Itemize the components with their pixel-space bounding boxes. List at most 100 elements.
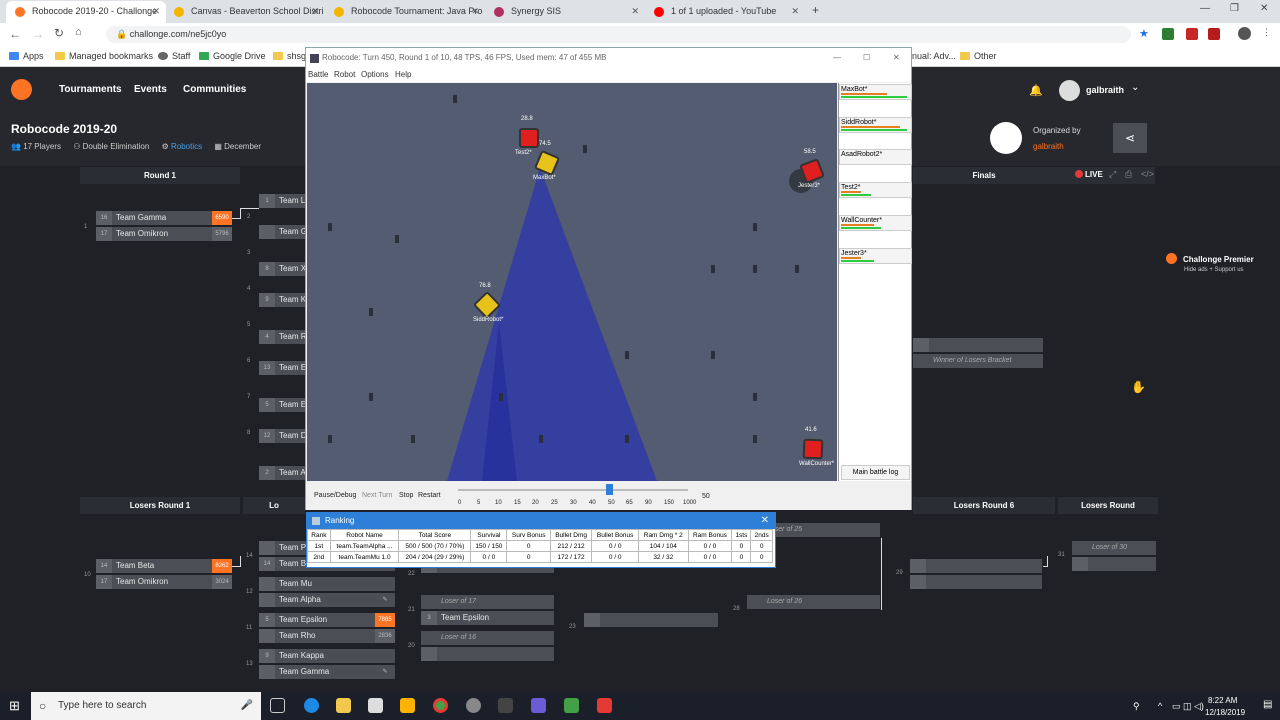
team-row[interactable]: 17 Team Omikron 3024	[96, 575, 232, 589]
chrome-menu-icon[interactable]: ⋮	[1262, 27, 1271, 38]
file-explorer-icon[interactable]	[336, 698, 351, 713]
menu-help[interactable]: Help	[395, 68, 411, 82]
app-icon[interactable]	[564, 698, 579, 713]
team-row[interactable]: 5 Team Ep	[259, 398, 305, 412]
robot-button[interactable]: Jester3*	[839, 247, 912, 264]
minimize-button[interactable]: —	[833, 48, 841, 68]
team-row[interactable]: 4 Team Rh	[259, 330, 305, 344]
match-card[interactable]: Loser of 16	[421, 631, 557, 661]
edit-icon[interactable]: ✎	[375, 665, 395, 679]
edge-icon[interactable]	[304, 698, 319, 713]
match-card[interactable]: 14 Team Beta 8262 17 Team Omikron 3024	[96, 559, 232, 589]
team-row[interactable]: Team Gamma ✎	[259, 665, 395, 679]
notifications-icon[interactable]: ▤	[1263, 699, 1272, 710]
browser-tab[interactable]: Robocode Tournament: Java Pro ✕	[325, 1, 485, 23]
new-tab-button[interactable]: +	[812, 3, 819, 17]
chrome-icon[interactable]	[433, 698, 448, 713]
robot-tank[interactable]	[802, 438, 824, 460]
profile-avatar[interactable]	[1238, 27, 1251, 40]
menu-battle[interactable]: Battle	[308, 68, 328, 82]
robot-tank[interactable]	[519, 128, 539, 148]
browser-tab[interactable]: Robocode 2019-20 - Challonge ✕	[6, 1, 166, 23]
column-header[interactable]: 1sts	[731, 529, 752, 541]
bookmark-star-icon[interactable]: ★	[1139, 27, 1149, 40]
close-icon[interactable]: ✕	[761, 513, 769, 529]
team-row[interactable]: Team Rho 2836	[259, 629, 395, 643]
clock-time[interactable]: 8:22 AM	[1208, 696, 1237, 705]
extension-icon[interactable]	[1208, 28, 1220, 40]
table-row[interactable]: 1st team.TeamAlpha ... 500 / 500 (70 / 70%…	[307, 540, 773, 552]
robocode-window[interactable]: Robocode: Turn 450, Round 1 of 10, 48 TP…	[305, 47, 912, 510]
microphone-icon[interactable]: 🎤	[241, 692, 253, 720]
column-header[interactable]: Bullet Bonus	[591, 529, 639, 541]
browser-tab[interactable]: Synergy SIS ✕	[485, 1, 645, 23]
browser-tab[interactable]: 1 of 1 uploaded - YouTube ✕	[645, 1, 805, 23]
share-button[interactable]: ⋖	[1113, 123, 1147, 153]
game-link[interactable]: Robotics	[171, 142, 202, 151]
nav-communities[interactable]: Communities	[183, 84, 246, 95]
shsgr-bookmark[interactable]: shsgr	[273, 51, 309, 61]
store-icon[interactable]	[400, 698, 415, 713]
team-row[interactable]: 13 Team Et	[259, 361, 305, 375]
windows-start-icon[interactable]: ⊞	[9, 698, 20, 714]
network-icon[interactable]: ⚲	[1133, 701, 1140, 712]
menu-options[interactable]: Options	[361, 68, 389, 82]
browser-tab[interactable]: Canvas - Beaverton School Distri ✕	[165, 1, 325, 23]
taskbar-search[interactable]: ○ Type here to search 🎤	[31, 692, 261, 720]
stop-button[interactable]: Stop	[399, 492, 413, 499]
embed-icon[interactable]: </>	[1141, 169, 1154, 179]
chevron-up-icon[interactable]: ^	[1158, 701, 1162, 711]
team-row[interactable]: 5 Team Epsilon 7865	[259, 613, 395, 627]
team-row[interactable]: 9 Team Ka	[259, 293, 305, 307]
task-view-icon[interactable]	[270, 698, 285, 713]
ranking-window[interactable]: Ranking ✕ Rank Robot Name Total Score Survi…	[306, 512, 776, 568]
notification-bell-icon[interactable]: 🔔	[1029, 84, 1043, 97]
column-header[interactable]: Surv Bonus	[506, 529, 551, 541]
team-row[interactable]: Team Alpha ✎	[259, 593, 395, 607]
close-icon[interactable]: ✕	[631, 1, 639, 22]
match-card[interactable]	[584, 613, 720, 643]
tps-slider-track[interactable]	[458, 489, 688, 491]
close-button[interactable]: ✕	[893, 48, 900, 68]
premier-subtitle[interactable]: Hide ads + Support us	[1184, 267, 1244, 273]
url-field[interactable]: 🔒 challonge.com/ne5jc0yo	[106, 26, 1131, 43]
managed-bookmarks[interactable]: Managed bookmarks	[55, 51, 153, 61]
print-icon[interactable]: ⎙	[1125, 169, 1132, 180]
close-icon[interactable]: ✕	[471, 1, 479, 22]
robot-button[interactable]: AsadRobot2*	[839, 149, 912, 166]
close-icon[interactable]: ✕	[791, 1, 799, 22]
robot-button[interactable]: SiddRobot*	[839, 116, 912, 133]
team-row[interactable]: 16 Team Gamma 6590	[96, 211, 232, 225]
restart-button[interactable]: Restart	[418, 492, 441, 499]
chevron-down-icon[interactable]: ⌄	[1131, 82, 1139, 93]
battlefield[interactable]: 28.8 Test2* 74.5 MaxBot* 76.8 SiddRobot* 58.5 J…	[307, 83, 837, 481]
column-header[interactable]: 2nds	[750, 529, 773, 541]
finals-match[interactable]: Winner of Losers Bracket	[913, 338, 1043, 368]
match-card[interactable]: 5 Team Epsilon 7865 Team Rho 2836	[259, 613, 395, 643]
close-icon[interactable]: ✕	[311, 1, 319, 22]
match-card[interactable]: Loser of 30	[1072, 541, 1208, 571]
column-header[interactable]: Rank	[307, 529, 331, 541]
back-icon[interactable]: ←	[9, 27, 21, 41]
close-icon[interactable]: ✕	[152, 1, 160, 22]
reload-icon[interactable]: ↻	[54, 26, 64, 40]
team-row[interactable]: 8 Team Xi	[259, 262, 305, 276]
tray-icons[interactable]: ▭ ◫ ◁)	[1172, 701, 1204, 712]
team-row[interactable]: 12 Team De	[259, 429, 305, 443]
team-row[interactable]: 14 Team Beta 8262	[96, 559, 232, 573]
manual-bookmark[interactable]: nual: Adv...	[912, 51, 956, 61]
mail-icon[interactable]	[368, 698, 383, 713]
column-header[interactable]: Robot Name	[329, 529, 400, 541]
close-window-button[interactable]: ✕	[1260, 3, 1268, 14]
challonge-logo-icon[interactable]	[11, 79, 32, 100]
premier-title[interactable]: Challonge Premier	[1183, 255, 1254, 264]
staff-bookmark[interactable]: Staff	[158, 51, 190, 61]
next-turn-button[interactable]: Next Turn	[362, 492, 392, 499]
column-header[interactable]: Bullet Dmg	[549, 529, 593, 541]
fullscreen-icon[interactable]: ⤢	[1109, 169, 1116, 180]
forward-icon[interactable]: →	[32, 27, 44, 41]
google-drive-bookmark[interactable]: Google Drive	[199, 51, 266, 61]
column-header[interactable]: Ram Bonus	[687, 529, 733, 541]
match-card[interactable]: Loser of 17 3 Team Epsilon	[421, 595, 557, 625]
nav-tournaments[interactable]: Tournaments	[59, 84, 122, 95]
